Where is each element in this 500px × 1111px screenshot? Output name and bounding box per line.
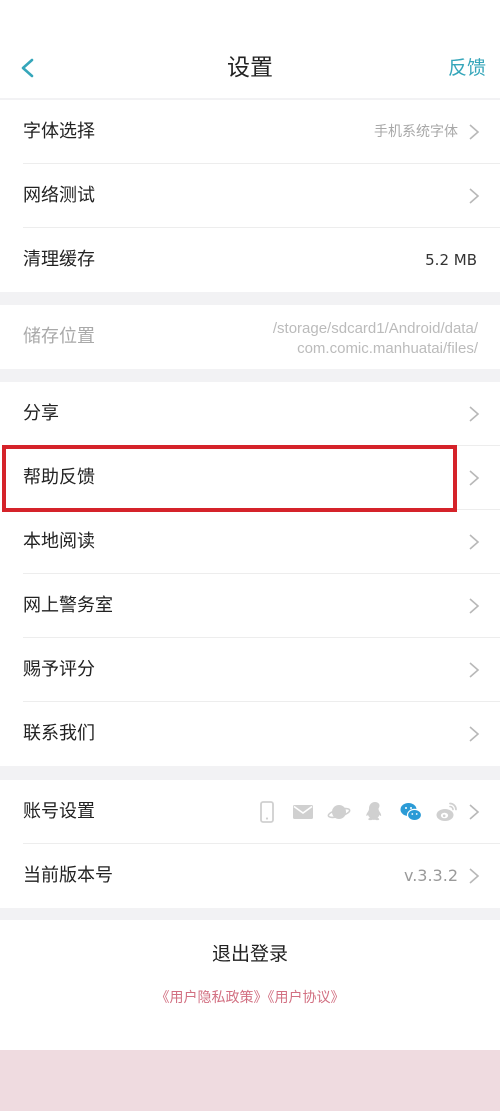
storage-location-row: 储存位置 /storage/sdcard1/Android/data/ com.…	[0, 305, 500, 369]
chevron-right-icon	[468, 661, 480, 679]
local-reading-label: 本地阅读	[23, 531, 95, 552]
phone-icon	[254, 799, 280, 825]
help-feedback-label: 帮助反馈	[23, 467, 95, 488]
storage-path-line-2: com.comic.manhuatai/files/	[297, 340, 478, 357]
storage-path-line-1: /storage/sdcard1/Android/data/	[272, 320, 478, 337]
chevron-right-icon	[468, 725, 480, 743]
font-selection-row[interactable]: 字体选择 手机系统字体	[0, 100, 500, 164]
clear-cache-label: 清理缓存	[23, 249, 95, 270]
logout-area: 退出登录 《用户隐私政策》《用户协议》	[0, 920, 500, 1050]
qq-icon	[362, 799, 388, 825]
planet-icon	[326, 799, 352, 825]
chevron-right-icon	[468, 597, 480, 615]
online-police-row[interactable]: 网上警务室	[0, 574, 500, 638]
feedback-button[interactable]: 反馈	[448, 50, 486, 86]
section-gap	[0, 908, 500, 920]
section-gap	[0, 292, 500, 305]
account-settings-row[interactable]: 账号设置	[0, 780, 500, 844]
rate-app-label: 赐予评分	[23, 659, 95, 680]
chevron-right-icon	[468, 469, 480, 487]
storage-path: /storage/sdcard1/Android/data/ com.comic…	[178, 319, 478, 359]
share-row[interactable]: 分享	[0, 382, 500, 446]
share-label: 分享	[23, 403, 59, 424]
rate-app-row[interactable]: 赐予评分	[0, 638, 500, 702]
top-navigation-bar: 设置 反馈	[0, 0, 500, 100]
contact-us-row[interactable]: 联系我们	[0, 702, 500, 766]
weibo-icon	[434, 799, 460, 825]
storage-location-label: 储存位置	[23, 326, 95, 347]
version-label: 当前版本号	[23, 865, 113, 886]
chevron-right-icon	[468, 867, 480, 885]
logout-button[interactable]: 退出登录	[0, 936, 500, 972]
chevron-right-icon	[468, 123, 480, 141]
chevron-right-icon	[468, 405, 480, 423]
network-test-label: 网络测试	[23, 185, 95, 206]
privacy-policy-link[interactable]: 《用户隐私政策》	[156, 990, 268, 1006]
bottom-band	[0, 1050, 500, 1111]
local-reading-row[interactable]: 本地阅读	[0, 510, 500, 574]
policy-links: 《用户隐私政策》《用户协议》	[0, 986, 500, 1010]
chevron-right-icon	[468, 803, 480, 821]
cache-size-value: 5.2 MB	[425, 251, 477, 269]
user-agreement-link[interactable]: 《用户协议》	[268, 990, 345, 1006]
font-selection-label: 字体选择	[23, 121, 95, 142]
version-value: v.3.3.2	[403, 866, 458, 885]
chevron-right-icon	[468, 187, 480, 205]
account-settings-label: 账号设置	[23, 801, 95, 822]
chevron-right-icon	[468, 533, 480, 551]
online-police-label: 网上警务室	[23, 595, 113, 616]
section-gap	[0, 369, 500, 382]
help-feedback-row[interactable]: 帮助反馈	[0, 446, 500, 510]
section-gap	[0, 766, 500, 780]
contact-us-label: 联系我们	[23, 723, 95, 744]
mail-icon	[290, 799, 316, 825]
linked-accounts	[254, 797, 460, 827]
version-row[interactable]: 当前版本号 v.3.3.2	[0, 844, 500, 908]
page-title: 设置	[227, 55, 273, 81]
font-selection-value: 手机系统字体	[374, 124, 458, 140]
wechat-icon	[398, 799, 424, 825]
network-test-row[interactable]: 网络测试	[0, 164, 500, 228]
clear-cache-row[interactable]: 清理缓存 5.2 MB	[0, 228, 500, 292]
